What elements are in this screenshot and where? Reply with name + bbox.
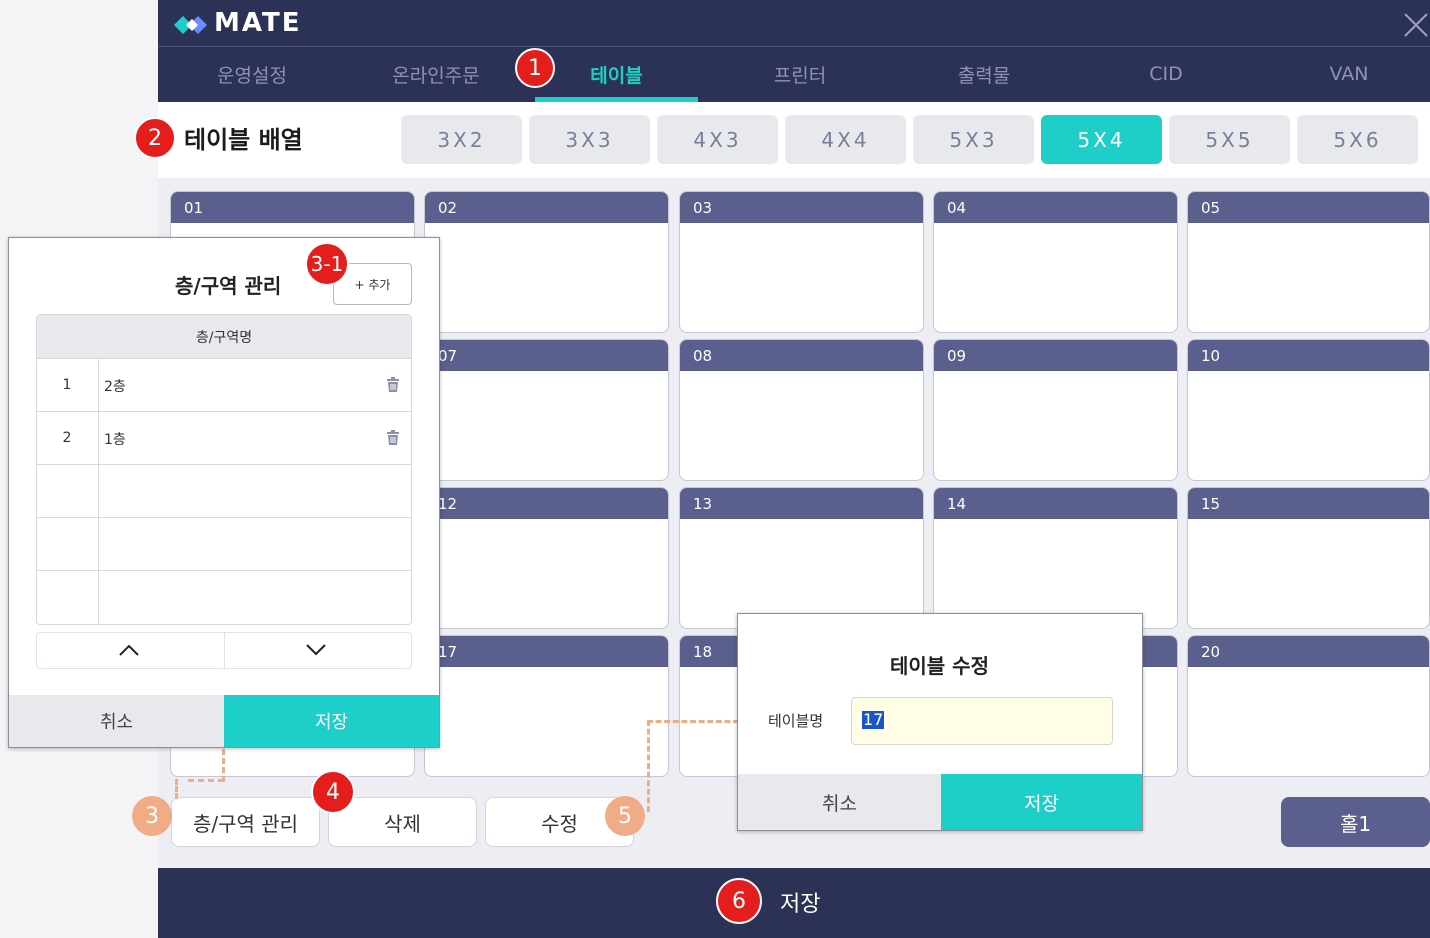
trash-icon[interactable]	[386, 377, 400, 397]
table-card-08[interactable]: 08	[679, 339, 924, 481]
table-card-20[interactable]: 20	[1187, 635, 1430, 777]
table-number: 07	[425, 340, 668, 371]
table-number: 12	[425, 488, 668, 519]
grid-option-4x3[interactable]: 4X3	[657, 115, 778, 164]
arrangement-title: 테이블 배열	[184, 126, 303, 154]
dialog-title: 테이블 수정	[890, 654, 989, 678]
table-number: 02	[425, 192, 668, 223]
table-name-value[interactable]: 17	[862, 711, 885, 729]
title-bar	[158, 0, 1430, 46]
tab-online-order[interactable]: 온라인주문	[352, 46, 520, 102]
table-card-13[interactable]: 13	[679, 487, 924, 629]
table-card-14[interactable]: 14	[933, 487, 1178, 629]
table-number: 09	[934, 340, 1177, 371]
tab-printer[interactable]: 프린터	[716, 46, 884, 102]
chevron-up-icon[interactable]	[118, 642, 140, 661]
table-card-17[interactable]: 17	[424, 635, 669, 777]
table-card-09[interactable]: 09	[933, 339, 1178, 481]
table-card-10[interactable]: 10	[1187, 339, 1430, 481]
table-card-02[interactable]: 02	[424, 191, 669, 333]
marker-6: 6	[716, 878, 762, 924]
grid-option-5x6[interactable]: 5X6	[1297, 115, 1418, 164]
row-number: 1	[62, 377, 72, 393]
table-number: 01	[171, 192, 414, 223]
close-icon[interactable]	[1402, 10, 1430, 40]
trash-icon[interactable]	[386, 430, 400, 450]
grid-option-3x3[interactable]: 3X3	[529, 115, 650, 164]
panel-cancel-button[interactable]: 취소	[9, 695, 224, 747]
table-card-04[interactable]: 04	[933, 191, 1178, 333]
table-number: 20	[1188, 636, 1429, 667]
pager-divider	[224, 633, 225, 668]
grid-option-5x4[interactable]: 5X4	[1041, 115, 1162, 164]
connector-line	[647, 720, 739, 723]
grid-option-5x5[interactable]: 5X5	[1169, 115, 1290, 164]
table-number: 14	[934, 488, 1177, 519]
grid-option-5x3[interactable]: 5X3	[913, 115, 1034, 164]
grid-option-3x2[interactable]: 3X2	[401, 115, 522, 164]
table-number: 04	[934, 192, 1177, 223]
row-name: 2층	[104, 379, 126, 395]
table-number: 13	[680, 488, 923, 519]
tab-cid[interactable]: CID	[1082, 46, 1250, 102]
connector-line	[188, 779, 224, 782]
floor-table-header: 층/구역명	[37, 315, 411, 359]
connector-line	[175, 779, 178, 799]
marker-1: 1	[515, 48, 555, 88]
table-card-07[interactable]: 07	[424, 339, 669, 481]
chevron-down-icon[interactable]	[305, 642, 327, 661]
table-number: 17	[425, 636, 668, 667]
table-row	[37, 518, 411, 571]
panel-title: 층/구역 관리	[175, 274, 282, 298]
hall-button[interactable]: 홀1	[1281, 797, 1430, 847]
table-name-input[interactable]	[851, 697, 1113, 745]
table-card-15[interactable]: 15	[1187, 487, 1430, 629]
row-name: 1층	[104, 432, 126, 448]
table-number: 03	[680, 192, 923, 223]
marker-5: 5	[605, 796, 645, 836]
table-number: 15	[1188, 488, 1429, 519]
marker-3-1: 3-1	[305, 242, 349, 286]
marker-3: 3	[132, 796, 172, 836]
grid-option-4x4[interactable]: 4X4	[785, 115, 906, 164]
active-tab-indicator	[535, 97, 698, 102]
table-number: 05	[1188, 192, 1429, 223]
table-number: 08	[680, 340, 923, 371]
table-name-label: 테이블명	[768, 712, 824, 730]
tab-output[interactable]: 출력물	[900, 46, 1068, 102]
dialog-save-button[interactable]: 저장	[941, 774, 1142, 830]
table-row	[37, 465, 411, 518]
floor-manage-button[interactable]: 층/구역 관리	[171, 797, 320, 847]
marker-2: 2	[134, 117, 176, 159]
footer-save-label[interactable]: 저장	[780, 886, 820, 918]
table-number: 10	[1188, 340, 1429, 371]
brand-name: MATE	[214, 8, 302, 38]
mate-logo-icon	[172, 14, 210, 36]
table-card-03[interactable]: 03	[679, 191, 924, 333]
connector-line	[647, 720, 650, 812]
row-number: 2	[62, 430, 72, 446]
table-card-12[interactable]: 12	[424, 487, 669, 629]
marker-4: 4	[311, 770, 355, 814]
panel-save-button[interactable]: 저장	[224, 695, 439, 747]
table-card-05[interactable]: 05	[1187, 191, 1430, 333]
tab-operation-settings[interactable]: 운영설정	[168, 46, 336, 102]
tab-table[interactable]: 테이블	[535, 46, 698, 102]
dialog-cancel-button[interactable]: 취소	[738, 774, 941, 830]
tab-van[interactable]: VAN	[1265, 46, 1430, 102]
